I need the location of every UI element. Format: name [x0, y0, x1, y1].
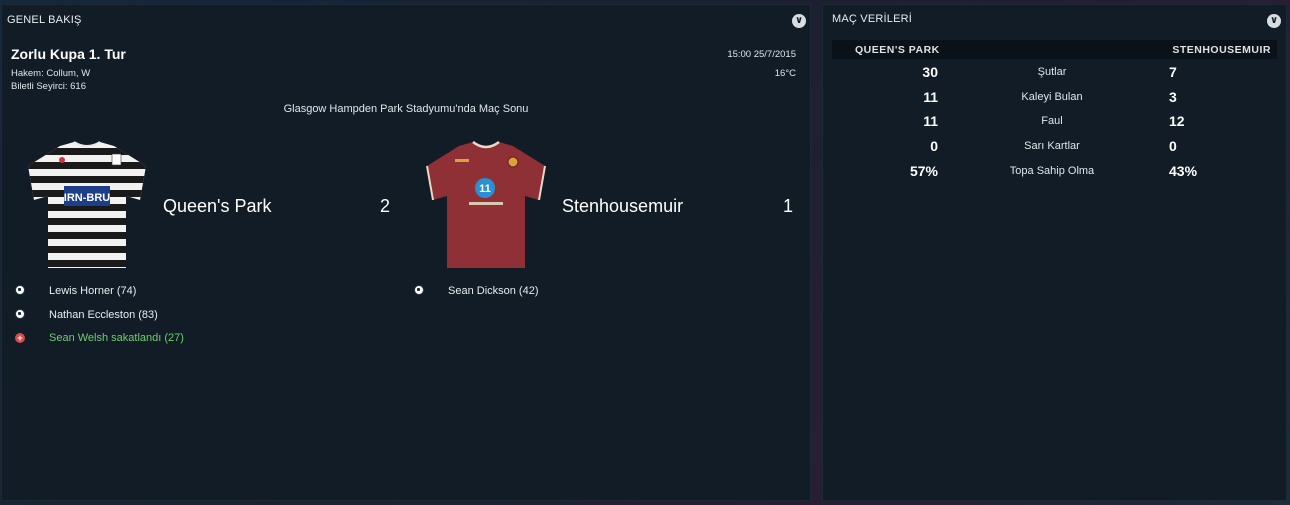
svg-text:11: 11 [479, 183, 491, 195]
stat-home-value: 0 [930, 138, 938, 154]
home-event-text[interactable]: Nathan Eccleston (83) [49, 309, 158, 321]
stat-away-value: 7 [1169, 64, 1177, 80]
stat-row-possession: 57% Topa Sahip Olma 43% [832, 163, 1277, 183]
ball-icon [15, 285, 25, 298]
overview-panel-title: GENEL BAKIŞ [7, 14, 82, 26]
away-kit-image: 11 [426, 140, 546, 268]
svg-text:IRN-BRU: IRN-BRU [64, 192, 110, 204]
stats-header: QUEEN'S PARK STENHOUSEMUIR [832, 40, 1277, 59]
stat-label: Faul [1041, 115, 1063, 127]
stat-home-value: 11 [923, 89, 938, 105]
home-event-injury: + Sean Welsh sakatlandı (27) [15, 332, 184, 344]
away-event-text[interactable]: Sean Dickson (42) [448, 285, 539, 297]
overview-panel: GENEL BAKIŞ ∨ Zorlu Kupa 1. Tur Hakem: C… [1, 4, 811, 501]
stat-away-value: 43% [1169, 163, 1198, 179]
home-event-goal: Lewis Horner (74) [15, 285, 136, 297]
home-event-text[interactable]: Sean Welsh sakatlandı (27) [49, 332, 184, 344]
stat-away-value: 0 [1169, 138, 1177, 154]
stat-home-value: 11 [923, 113, 938, 129]
home-score: 2 [380, 196, 391, 216]
away-event-goal: Sean Dickson (42) [414, 285, 539, 297]
away-team-name[interactable]: Stenhousemuir [562, 196, 683, 217]
home-team-name[interactable]: Queen's Park [163, 196, 272, 217]
stat-row-on-target: 11 Kaleyi Bulan 3 [832, 89, 1277, 109]
away-score: 1 [783, 196, 794, 216]
stat-label: Topa Sahip Olma [1009, 165, 1095, 177]
stat-label: Şutlar [1037, 66, 1067, 78]
stat-away-value: 12 [1169, 113, 1185, 129]
match-datetime: 15:00 25/7/2015 [727, 49, 796, 60]
match-stats-panel: MAÇ VERİLERİ ∨ QUEEN'S PARK STENHOUSEMUI… [822, 4, 1287, 501]
home-kit-image: IRN-BRU [28, 141, 146, 268]
stat-row-fouls: 11 Faul 12 [832, 113, 1277, 133]
attendance-label: Biletli Seyirci: 616 [11, 81, 86, 92]
match-stats-title: MAÇ VERİLERİ [832, 13, 913, 25]
stat-row-shots: 30 Şutlar 7 [832, 64, 1277, 84]
stat-home-value: 30 [922, 64, 938, 80]
stat-label: Sarı Kartlar [1024, 140, 1080, 152]
home-event-goal: Nathan Eccleston (83) [15, 309, 158, 321]
competition-title: Zorlu Kupa 1. Tur [11, 46, 126, 62]
stat-row-yellow-cards: 0 Sarı Kartlar 0 [832, 138, 1277, 158]
stat-label: Kaleyi Bulan [1021, 91, 1083, 103]
referee-label: Hakem: Collum, W [11, 68, 91, 79]
stats-home-label: QUEEN'S PARK [855, 44, 940, 56]
ball-icon [414, 285, 424, 298]
match-stats-menu-chevron-icon[interactable]: ∨ [1267, 14, 1281, 28]
home-event-text[interactable]: Lewis Horner (74) [49, 285, 136, 297]
stat-away-value: 3 [1169, 89, 1177, 105]
stats-away-label: STENHOUSEMUIR [1172, 44, 1271, 56]
ball-icon [15, 309, 25, 322]
temperature: 16°C [774, 68, 796, 79]
venue-status: Glasgow Hampden Park Stadyumu'nda Maç So… [283, 103, 529, 115]
overview-menu-chevron-icon[interactable]: ∨ [792, 14, 806, 28]
stat-home-value: 57% [909, 163, 938, 179]
injury-icon: + [15, 332, 25, 344]
